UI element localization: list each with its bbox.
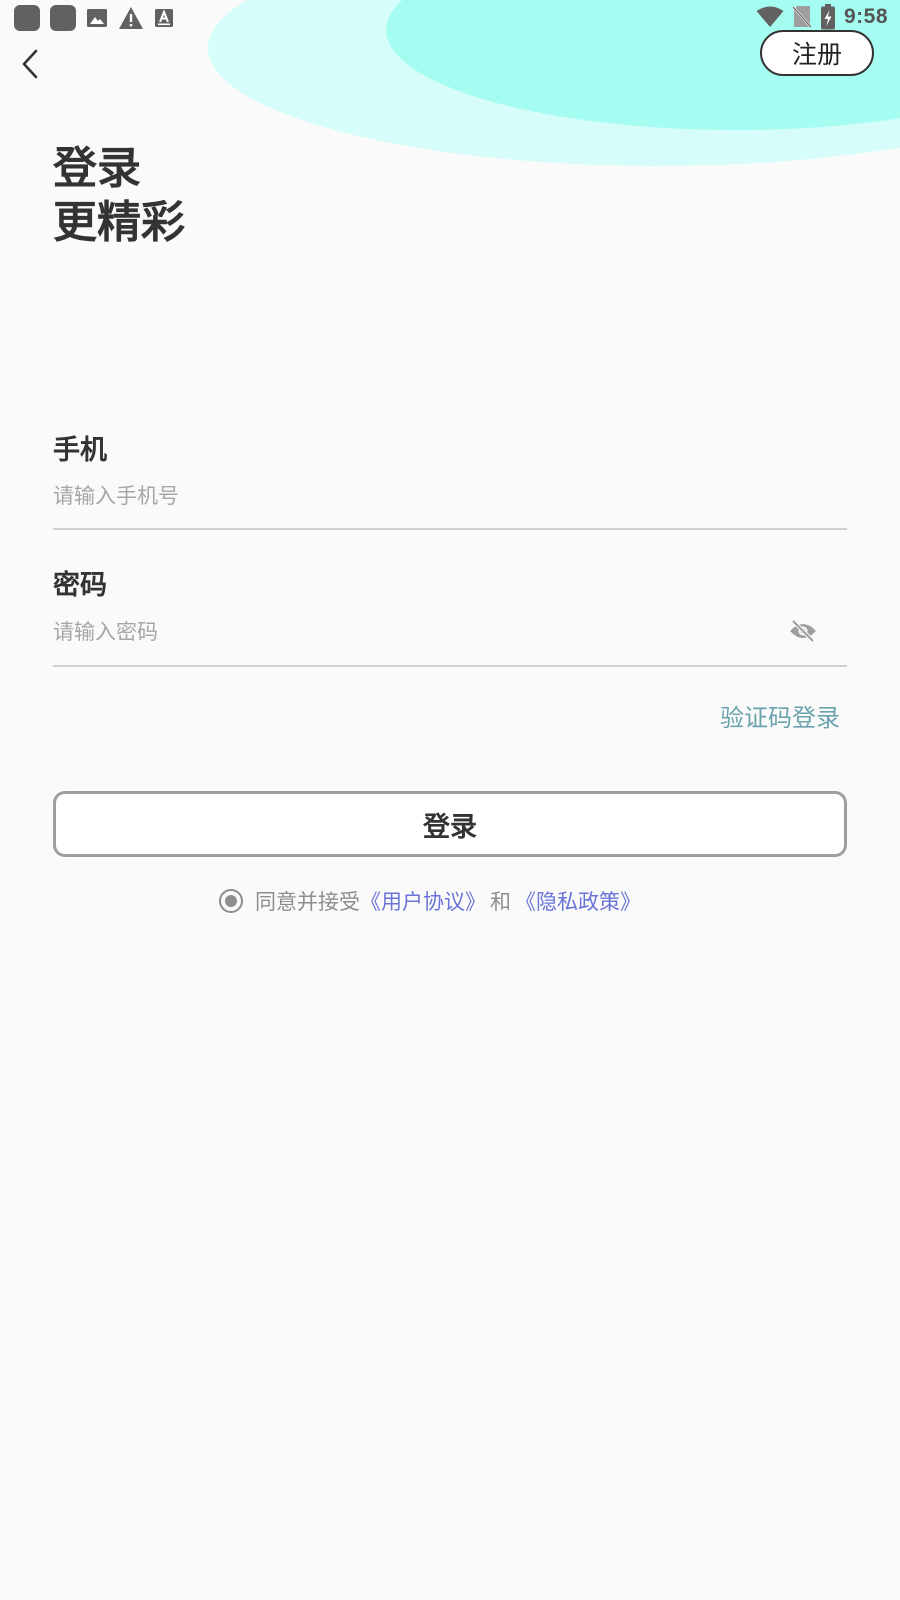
status-bar-right: 9:58 (756, 4, 888, 30)
password-input[interactable] (53, 612, 788, 652)
register-button[interactable]: 注册 (760, 30, 874, 76)
status-time: 9:58 (843, 5, 888, 28)
password-underline (53, 665, 847, 667)
login-button[interactable]: 登录 (53, 791, 847, 857)
sms-code-login-link[interactable]: 验证码登录 (720, 698, 840, 733)
agreement-and: 和 (490, 890, 511, 914)
app-icon (50, 5, 76, 31)
page-title: 登录 更精彩 (53, 142, 185, 250)
chevron-left-icon (22, 49, 38, 79)
image-icon (87, 9, 107, 27)
login-screen: 9:58 注册 登录 更精彩 手机 密码 验证码登录 登录 (0, 0, 900, 1600)
wifi-icon (756, 6, 784, 27)
phone-input[interactable] (53, 476, 788, 516)
privacy-policy-link[interactable]: 《隐私政策》 (515, 886, 641, 916)
phone-label: 手机 (53, 435, 107, 466)
warning-icon (119, 7, 143, 29)
keyboard-icon (155, 9, 173, 27)
eye-off-icon (790, 619, 816, 643)
phone-underline (53, 528, 847, 530)
page-title-line1: 登录 (53, 143, 141, 194)
toggle-password-visibility[interactable] (788, 616, 818, 646)
back-button[interactable] (10, 44, 50, 84)
agreement-prefix: 同意并接受 (255, 890, 360, 914)
no-sim-icon (792, 6, 812, 28)
status-bar-left (14, 5, 184, 31)
radio-selected-dot (225, 895, 237, 907)
battery-charging-icon (820, 4, 835, 30)
app-icon (14, 5, 40, 31)
status-bar: 9:58 (0, 0, 900, 36)
agree-radio[interactable] (219, 889, 243, 913)
password-label: 密码 (53, 570, 107, 601)
page-title-line2: 更精彩 (53, 197, 185, 248)
user-agreement-link[interactable]: 《用户协议》 (360, 886, 486, 916)
agreement-row: 同意并接受 《用户协议》 和 《隐私政策》 (0, 886, 900, 916)
